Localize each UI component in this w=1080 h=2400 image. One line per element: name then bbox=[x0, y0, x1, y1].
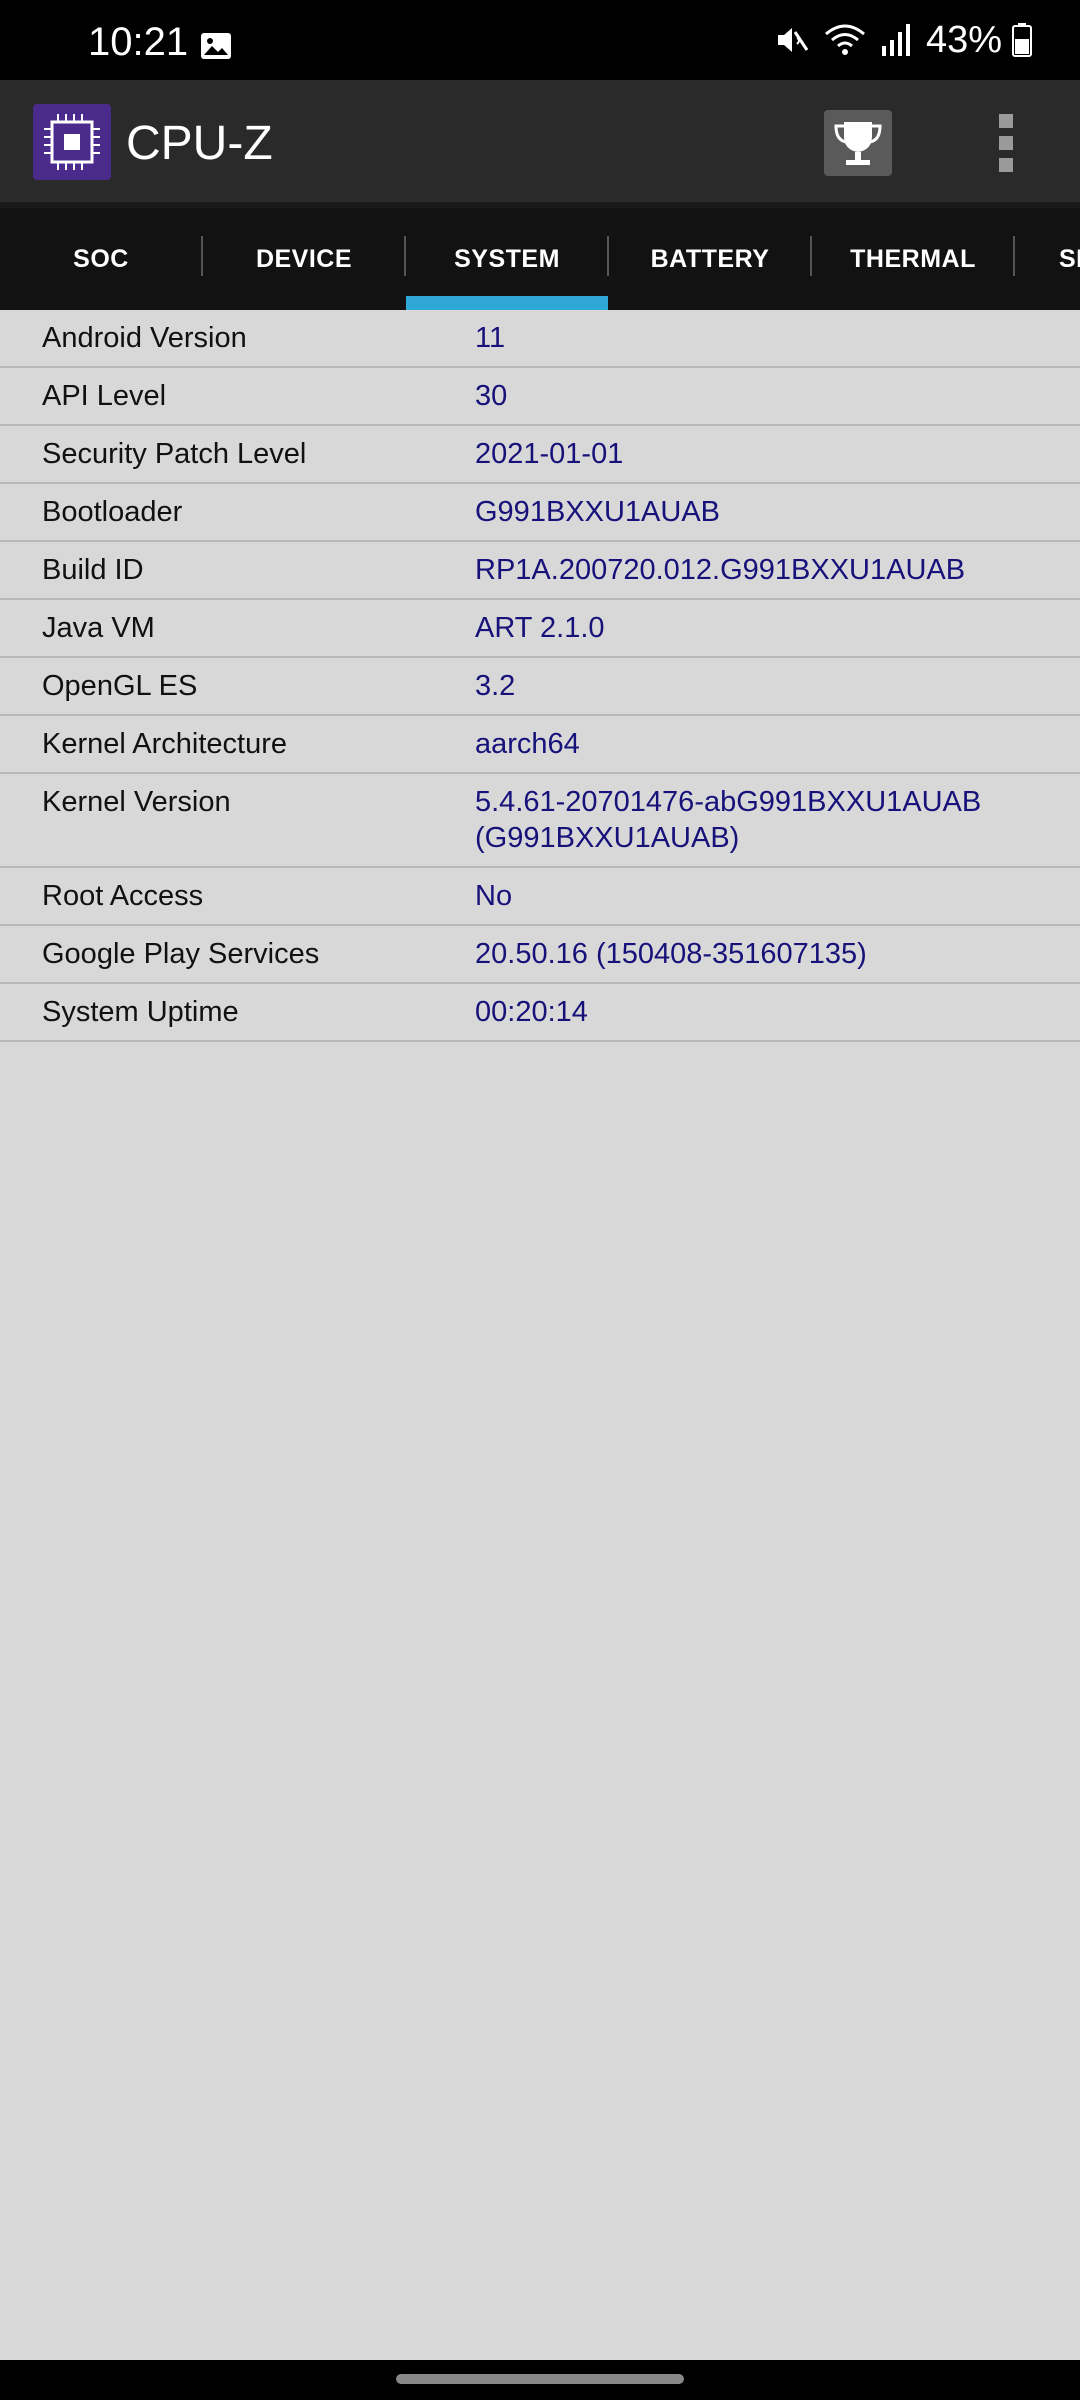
battery-icon bbox=[1012, 23, 1032, 57]
info-row-opengl-es: OpenGL ES 3.2 bbox=[0, 658, 1080, 716]
info-row-build-id: Build ID RP1A.200720.012.G991BXXU1AUAB bbox=[0, 542, 1080, 600]
row-label: Security Patch Level bbox=[42, 438, 307, 470]
tab-label: DEVICE bbox=[255, 244, 353, 273]
tab-label: SYSTEM bbox=[454, 244, 560, 273]
more-options-button[interactable] bbox=[990, 114, 1022, 174]
tab-label: SOC bbox=[73, 244, 129, 273]
row-label: Java VM bbox=[42, 612, 155, 644]
app-title: CPU-Z bbox=[126, 117, 273, 170]
info-row-java-vm: Java VM ART 2.1.0 bbox=[0, 600, 1080, 658]
info-row-security-patch-level: Security Patch Level 2021-01-01 bbox=[0, 426, 1080, 484]
row-label: OpenGL ES bbox=[42, 670, 198, 702]
row-value: 00:20:14 bbox=[475, 996, 588, 1028]
row-value: 11 bbox=[475, 322, 506, 354]
tab-battery[interactable]: BATTERY bbox=[609, 208, 811, 310]
cpu-chip-icon bbox=[33, 104, 111, 180]
row-label: Google Play Services bbox=[42, 938, 320, 970]
row-value: RP1A.200720.012.G991BXXU1AUAB bbox=[475, 554, 966, 586]
row-value: 3.2 bbox=[475, 670, 516, 702]
selected-tab-indicator bbox=[406, 296, 608, 310]
row-label: Kernel Version bbox=[42, 786, 231, 818]
battery-percent: 43% bbox=[925, 18, 1002, 61]
row-label: System Uptime bbox=[42, 996, 239, 1028]
row-label: API Level bbox=[42, 380, 167, 412]
info-row-kernel-version: Kernel Version 5.4.61-20701476-abG991BXX… bbox=[0, 774, 1080, 868]
navigation-bar bbox=[0, 2360, 1080, 2400]
info-row-root-access: Root Access No bbox=[0, 868, 1080, 926]
tab-bar: SOC DEVICE SYSTEM BATTERY THERMAL SE bbox=[0, 208, 1080, 310]
tab-soc[interactable]: SOC bbox=[0, 208, 202, 310]
info-row-android-version: Android Version 11 bbox=[0, 310, 1080, 368]
row-value: No bbox=[475, 880, 513, 912]
tab-label: THERMAL bbox=[850, 244, 976, 273]
tab-system[interactable]: SYSTEM bbox=[406, 208, 608, 310]
tab-sensors[interactable]: SE bbox=[1015, 208, 1080, 310]
info-row-api-level: API Level 30 bbox=[0, 368, 1080, 426]
trophy-button[interactable] bbox=[824, 110, 892, 176]
info-row-google-play-services: Google Play Services 20.50.16 (150408-35… bbox=[0, 926, 1080, 984]
tab-thermal[interactable]: THERMAL bbox=[812, 208, 1014, 310]
gallery-icon bbox=[201, 33, 231, 59]
tab-label: BATTERY bbox=[650, 244, 770, 273]
info-row-bootloader: Bootloader G991BXXU1AUAB bbox=[0, 484, 1080, 542]
mute-icon bbox=[777, 28, 809, 52]
signal-icon bbox=[881, 24, 910, 56]
info-row-system-uptime: System Uptime 00:20:14 bbox=[0, 984, 1080, 1042]
home-gesture-handle[interactable] bbox=[396, 2374, 684, 2384]
info-row-kernel-architecture: Kernel Architecture aarch64 bbox=[0, 716, 1080, 774]
wifi-icon bbox=[824, 24, 865, 55]
row-label: Root Access bbox=[42, 880, 204, 912]
row-label: Build ID bbox=[42, 554, 144, 586]
row-value: aarch64 bbox=[475, 728, 580, 760]
status-bar: 10:21 43% bbox=[0, 0, 1080, 80]
system-info-list: Android Version 11 API Level 30 Security… bbox=[0, 310, 1080, 1042]
tab-label: SE bbox=[1059, 244, 1080, 273]
row-value: 5.4.61-20701476-abG991BXXU1AUAB (G991BXX… bbox=[475, 786, 982, 854]
row-value: G991BXXU1AUAB bbox=[475, 496, 721, 528]
row-label: Kernel Architecture bbox=[42, 728, 288, 760]
row-value: 30 bbox=[475, 380, 508, 412]
row-label: Bootloader bbox=[42, 496, 183, 528]
app-bar: CPU-Z bbox=[0, 80, 1080, 208]
more-vert-icon bbox=[990, 114, 1022, 172]
row-value: 20.50.16 (150408-351607135) bbox=[475, 938, 867, 970]
row-label: Android Version bbox=[42, 322, 247, 354]
status-time: 10:21 bbox=[88, 20, 189, 64]
row-value: ART 2.1.0 bbox=[475, 612, 605, 644]
row-value: 2021-01-01 bbox=[475, 438, 624, 470]
tab-device[interactable]: DEVICE bbox=[203, 208, 405, 310]
trophy-icon bbox=[834, 122, 882, 165]
